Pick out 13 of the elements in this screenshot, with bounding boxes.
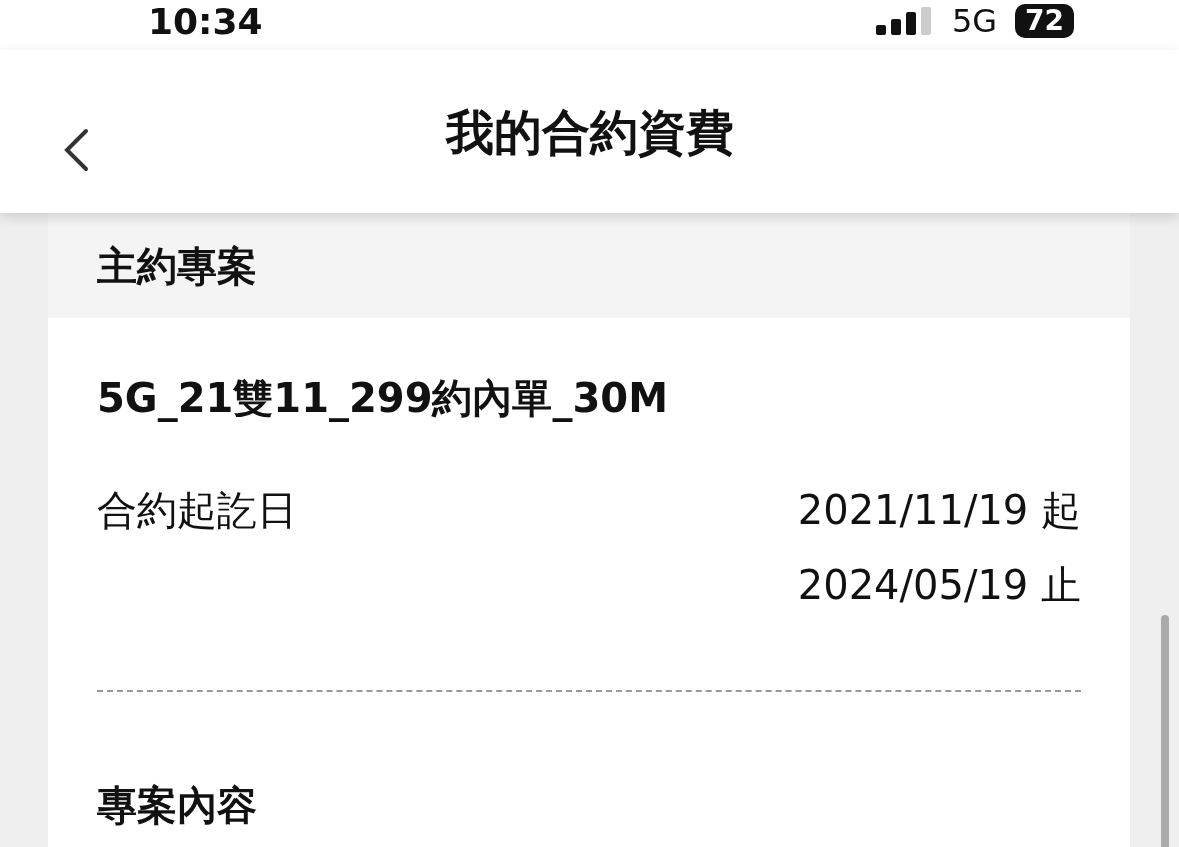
contract-start-date: 2021/11/19 起 — [797, 486, 1081, 535]
network-label: 5G — [951, 5, 998, 37]
plan-name: 5G_21雙11_299約內單_30M — [97, 374, 669, 423]
battery-level: 72 — [1015, 4, 1074, 38]
section-title: 主約專案 — [97, 241, 257, 291]
contract-period-label: 合約起訖日 — [97, 486, 297, 535]
page-title: 我的合約資費 — [445, 102, 734, 162]
section-title: 專案內容 — [97, 781, 258, 830]
scrollbar[interactable] — [1161, 615, 1169, 847]
back-icon[interactable] — [62, 128, 90, 172]
contract-end-date: 2024/05/19 止 — [797, 561, 1081, 610]
signal-icon — [875, 7, 934, 35]
status-time: 10:34 — [148, 4, 263, 40]
